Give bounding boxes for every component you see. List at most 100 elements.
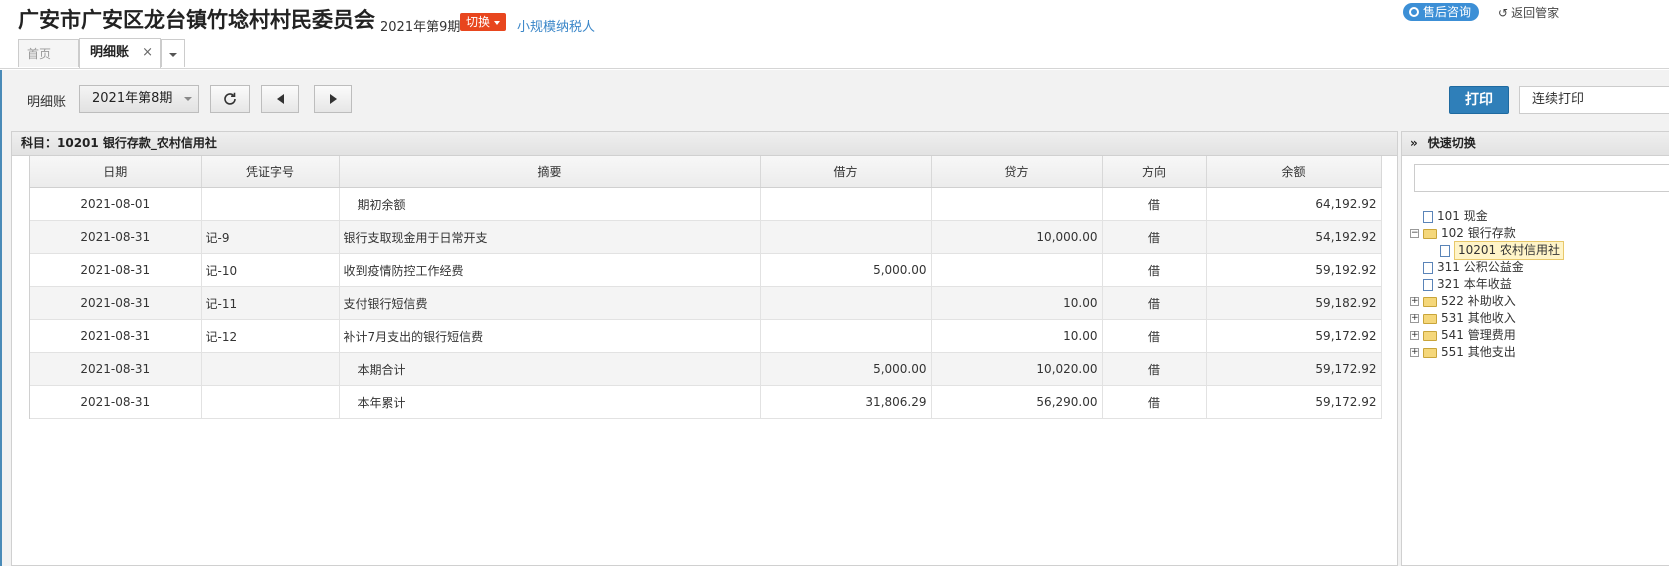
- tree-node[interactable]: +541 管理费用: [1410, 327, 1564, 344]
- cell-debit: 5,000.00: [760, 352, 932, 386]
- folder-icon: [1423, 296, 1437, 307]
- next-period-button[interactable]: [314, 85, 352, 113]
- tree-node-label: 10201 农村信用社: [1454, 241, 1564, 260]
- consult-label: 售后咨询: [1423, 5, 1472, 19]
- cell-direction: 借: [1102, 253, 1207, 287]
- tree-node[interactable]: +551 其他支出: [1410, 344, 1564, 361]
- cell-balance: 54,192.92: [1206, 220, 1382, 254]
- batch-print-button[interactable]: 连续打印: [1519, 86, 1669, 114]
- cell-direction: 借: [1102, 352, 1207, 386]
- cell-summary: 支付银行短信费: [339, 286, 761, 320]
- column-header-summary[interactable]: 摘要: [339, 156, 761, 188]
- cell-direction: 借: [1102, 220, 1207, 254]
- table-row[interactable]: 2021-08-31 记-10 收到疫情防控工作经费 5,000.00 借 59,192.…: [30, 253, 1382, 287]
- quick-switch-header: » 快速切换: [1402, 132, 1669, 156]
- consult-button[interactable]: 售后咨询: [1403, 3, 1480, 21]
- quick-switch-search-input[interactable]: [1414, 164, 1669, 192]
- expand-icon[interactable]: +: [1410, 348, 1419, 357]
- tab-home[interactable]: 首页: [18, 39, 79, 67]
- tree-node-label: 321 本年收益: [1437, 277, 1512, 291]
- table-row[interactable]: 2021-08-31 记-11 支付银行短信费 10.00 借 59,182.92: [30, 286, 1382, 320]
- account-tree: 101 现金 − 102 银行存款 10201 农村信用社 311 公积公益金 321 本…: [1410, 208, 1564, 361]
- cell-voucher: 记-11: [201, 286, 340, 320]
- cell-debit: [760, 220, 932, 254]
- tab-home-label: 首页: [27, 47, 52, 61]
- tree-node[interactable]: 321 本年收益: [1410, 276, 1564, 293]
- refresh-button[interactable]: [210, 85, 250, 113]
- tree-node[interactable]: 311 公积公益金: [1410, 259, 1564, 276]
- tree-node[interactable]: +522 补助收入: [1410, 293, 1564, 310]
- cell-balance: 59,172.92: [1206, 385, 1382, 419]
- cell-summary: 期初余额: [339, 187, 761, 221]
- table-row[interactable]: 2021-08-31 本年累计 31,806.29 56,290.00 借 59,172.…: [30, 385, 1382, 419]
- tree-node[interactable]: 10201 农村信用社: [1410, 241, 1564, 260]
- folder-icon: [1423, 313, 1437, 324]
- tab-more-button[interactable]: [161, 39, 185, 67]
- tree-node-label: 541 管理费用: [1441, 328, 1516, 342]
- table-row[interactable]: 2021-08-01 期初余额 借 64,192.92: [30, 187, 1382, 221]
- column-header-voucher[interactable]: 凭证字号: [201, 156, 340, 188]
- cell-debit: 5,000.00: [760, 253, 932, 287]
- print-button[interactable]: 打印: [1449, 86, 1509, 114]
- back-home-link[interactable]: ↺ 返回管家: [1498, 4, 1559, 21]
- column-header-debit[interactable]: 借方: [760, 156, 932, 188]
- expand-icon[interactable]: +: [1410, 297, 1419, 306]
- cell-voucher: 记-10: [201, 253, 340, 287]
- tree-node[interactable]: 101 现金: [1410, 208, 1564, 225]
- tree-node-label: 531 其他收入: [1441, 311, 1516, 325]
- collapse-panel-icon[interactable]: »: [1410, 136, 1418, 150]
- cell-debit: [760, 187, 932, 221]
- collapse-icon[interactable]: −: [1410, 229, 1419, 238]
- refresh-icon: [224, 92, 236, 105]
- period-select[interactable]: 2021年第8期: [79, 85, 199, 113]
- column-header-credit[interactable]: 贷方: [931, 156, 1103, 188]
- period-select-value: 2021年第8期: [92, 91, 173, 106]
- tree-node[interactable]: +531 其他收入: [1410, 310, 1564, 327]
- current-period: 2021年第9期: [380, 20, 461, 35]
- column-header-direction[interactable]: 方向: [1102, 156, 1207, 188]
- triangle-right-icon: [329, 94, 337, 104]
- cell-credit: 56,290.00: [931, 385, 1103, 419]
- switch-period-button[interactable]: 切换: [460, 13, 507, 31]
- chevron-down-icon: [184, 97, 192, 101]
- ledger-table: 日期 凭证字号 摘要 借方 贷方 方向 余额 2021-08-01 期初余额借 64…: [30, 156, 1382, 419]
- cell-voucher: 记-9: [201, 220, 340, 254]
- previous-period-button[interactable]: [261, 85, 299, 113]
- close-icon[interactable]: ×: [142, 39, 153, 67]
- cell-credit: 10,020.00: [931, 352, 1103, 386]
- table-row[interactable]: 2021-08-31 记-9 银行支取现金用于日常开支 10,000.00 借 54,19…: [30, 220, 1382, 254]
- ledger-grid: 日期 凭证字号 摘要 借方 贷方 方向 余额 2021-08-01 期初余额借 64…: [29, 156, 1397, 419]
- cell-voucher: [201, 352, 340, 386]
- back-home-label: 返回管家: [1511, 6, 1560, 20]
- tree-node[interactable]: − 102 银行存款: [1410, 225, 1564, 242]
- cell-balance: 59,172.92: [1206, 352, 1382, 386]
- cell-date: 2021-08-31: [30, 286, 202, 320]
- headset-icon: [1409, 7, 1419, 17]
- cell-direction: 借: [1102, 385, 1207, 419]
- table-header-row: 日期 凭证字号 摘要 借方 贷方 方向 余额: [30, 156, 1382, 188]
- tree-node-label: 551 其他支出: [1441, 345, 1516, 359]
- expand-icon[interactable]: +: [1410, 314, 1419, 323]
- cell-date: 2021-08-31: [30, 352, 202, 386]
- cell-credit: [931, 253, 1103, 287]
- cell-balance: 64,192.92: [1206, 187, 1382, 221]
- cell-balance: 59,182.92: [1206, 286, 1382, 320]
- switch-label: 切换: [466, 15, 491, 29]
- document-icon: [1440, 244, 1450, 257]
- table-row[interactable]: 2021-08-31 记-12 补计7月支出的银行短信费 10.00 借 59,172.9…: [30, 319, 1382, 353]
- expand-icon[interactable]: +: [1410, 331, 1419, 340]
- quick-switch-title: 快速切换: [1427, 136, 1476, 150]
- header-divider: [0, 68, 1669, 69]
- cell-debit: 31,806.29: [760, 385, 932, 419]
- company-name: 广安市广安区龙台镇竹埝村村民委员会: [18, 8, 375, 32]
- tree-node-label: 102 银行存款: [1441, 226, 1516, 240]
- cell-credit: 10,000.00: [931, 220, 1103, 254]
- column-header-date[interactable]: 日期: [30, 156, 202, 188]
- cell-summary: 收到疫情防控工作经费: [339, 253, 761, 287]
- table-row[interactable]: 2021-08-31 本期合计 5,000.00 10,020.00 借 59,172.9…: [30, 352, 1382, 386]
- cell-voucher: [201, 187, 340, 221]
- subject-title: 科目：10201 银行存款_农村信用社: [12, 132, 1397, 156]
- column-header-balance[interactable]: 余额: [1206, 156, 1382, 188]
- taxpayer-type-link[interactable]: 小规模纳税人: [517, 16, 595, 35]
- tab-ledger[interactable]: 明细账 ×: [79, 38, 161, 68]
